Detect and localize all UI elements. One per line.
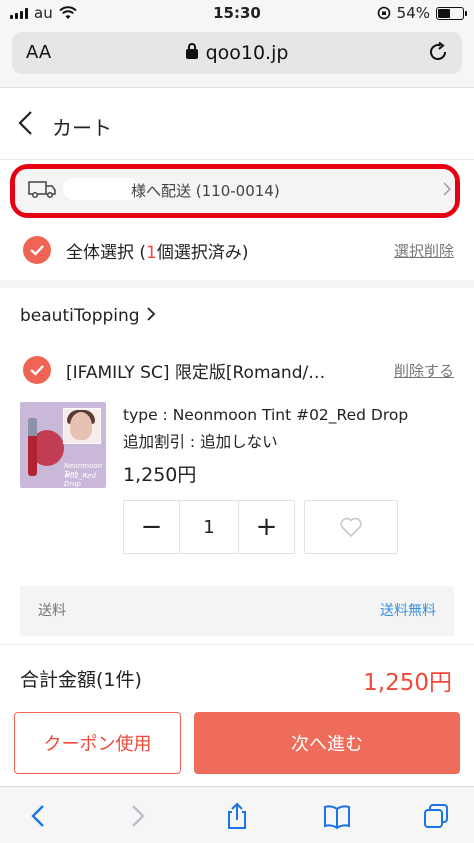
seller-name: beautiTopping: [20, 306, 140, 326]
thumb-text-line2: #02_Red Drop: [64, 472, 96, 488]
select-all-row: 全体選択 (1個選択済み) 選択削除: [0, 224, 474, 276]
delete-selected-link[interactable]: 選択削除: [394, 240, 454, 261]
battery-level: [438, 8, 451, 18]
heart-icon: [340, 517, 362, 538]
delivery-address-inner: 様へ配送 (110-0014): [15, 169, 455, 213]
reload-icon[interactable]: [426, 40, 450, 64]
selected-count: 1: [146, 243, 157, 263]
back-chevron-icon[interactable]: [14, 110, 38, 136]
option-discount: 追加割引 : 追加しない: [123, 433, 278, 451]
tabs-icon[interactable]: [421, 801, 451, 831]
delivery-address-text: 様へ配送 (110-0014): [131, 182, 280, 200]
lock-icon: [185, 43, 198, 59]
delivery-address-row[interactable]: 様へ配送 (110-0014): [10, 164, 460, 218]
back-arrow-icon[interactable]: [24, 801, 54, 831]
select-all-suffix: 個選択済み): [156, 243, 249, 263]
select-all-checkbox[interactable]: [23, 236, 51, 264]
next-button[interactable]: 次へ進む: [194, 712, 460, 774]
browser-toolbar: [0, 786, 474, 843]
check-icon: [30, 245, 44, 256]
masked-name: [63, 178, 139, 200]
section-divider: [0, 280, 474, 288]
use-coupon-button[interactable]: クーポン使用: [14, 712, 181, 774]
item-checkbox[interactable]: [23, 356, 51, 384]
shipping-label: 送料: [38, 603, 66, 619]
product-thumbnail[interactable]: Neonmoon Tint #02_Red Drop: [20, 402, 106, 488]
forward-arrow-icon[interactable]: [122, 801, 152, 831]
chevron-right-icon: [443, 182, 451, 196]
delete-item-link[interactable]: 削除する: [394, 360, 454, 381]
total-row: 合計金額(1件) 1,250円: [0, 644, 474, 706]
url-display[interactable]: qoo10.jp: [12, 42, 462, 64]
quantity-stepper: − 1 +: [123, 500, 295, 554]
check-icon: [30, 365, 44, 376]
shipping-fee-box: 送料 送料無料: [20, 586, 454, 636]
total-label: 合計金額(1件): [20, 669, 142, 691]
wishlist-button[interactable]: [304, 500, 398, 554]
address-bar[interactable]: AA qoo10.jp: [12, 32, 462, 74]
thumb-tint-cap: [28, 418, 37, 436]
page-header: カート: [0, 88, 474, 160]
select-all-label: 全体選択 (1個選択済み): [66, 238, 249, 263]
battery-icon: [436, 6, 467, 20]
quantity-increase-button[interactable]: +: [238, 501, 294, 553]
chevron-right-icon: [146, 307, 155, 321]
seller-link[interactable]: beautiTopping: [20, 306, 156, 326]
item-title[interactable]: [IFAMILY SC] 限定版[Romand/…: [66, 358, 366, 383]
browser-bar: AA qoo10.jp: [0, 26, 474, 88]
truck-icon: [28, 181, 56, 199]
option-type: type : Neonmoon Tint #02_Red Drop: [123, 406, 409, 424]
orientation-lock-icon: [377, 6, 390, 20]
quantity-decrease-button[interactable]: −: [124, 501, 180, 553]
share-icon[interactable]: [222, 801, 252, 831]
status-bar: au 15:30 54%: [0, 0, 474, 26]
battery-percent: 54%: [396, 4, 430, 22]
quantity-value[interactable]: 1: [180, 501, 238, 553]
item-price: 1,250円: [123, 464, 197, 486]
total-value: 1,250円: [363, 670, 452, 696]
select-all-prefix: 全体選択 (: [66, 243, 147, 263]
page-title: カート: [52, 116, 112, 140]
thumb-face: [70, 412, 92, 440]
status-right: 54%: [377, 4, 467, 22]
bookmarks-book-icon[interactable]: [322, 801, 352, 831]
cart-item-header: [IFAMILY SC] 限定版[Romand/… 削除する: [0, 352, 474, 388]
shipping-value: 送料無料: [380, 603, 436, 619]
url-text: qoo10.jp: [205, 42, 289, 64]
